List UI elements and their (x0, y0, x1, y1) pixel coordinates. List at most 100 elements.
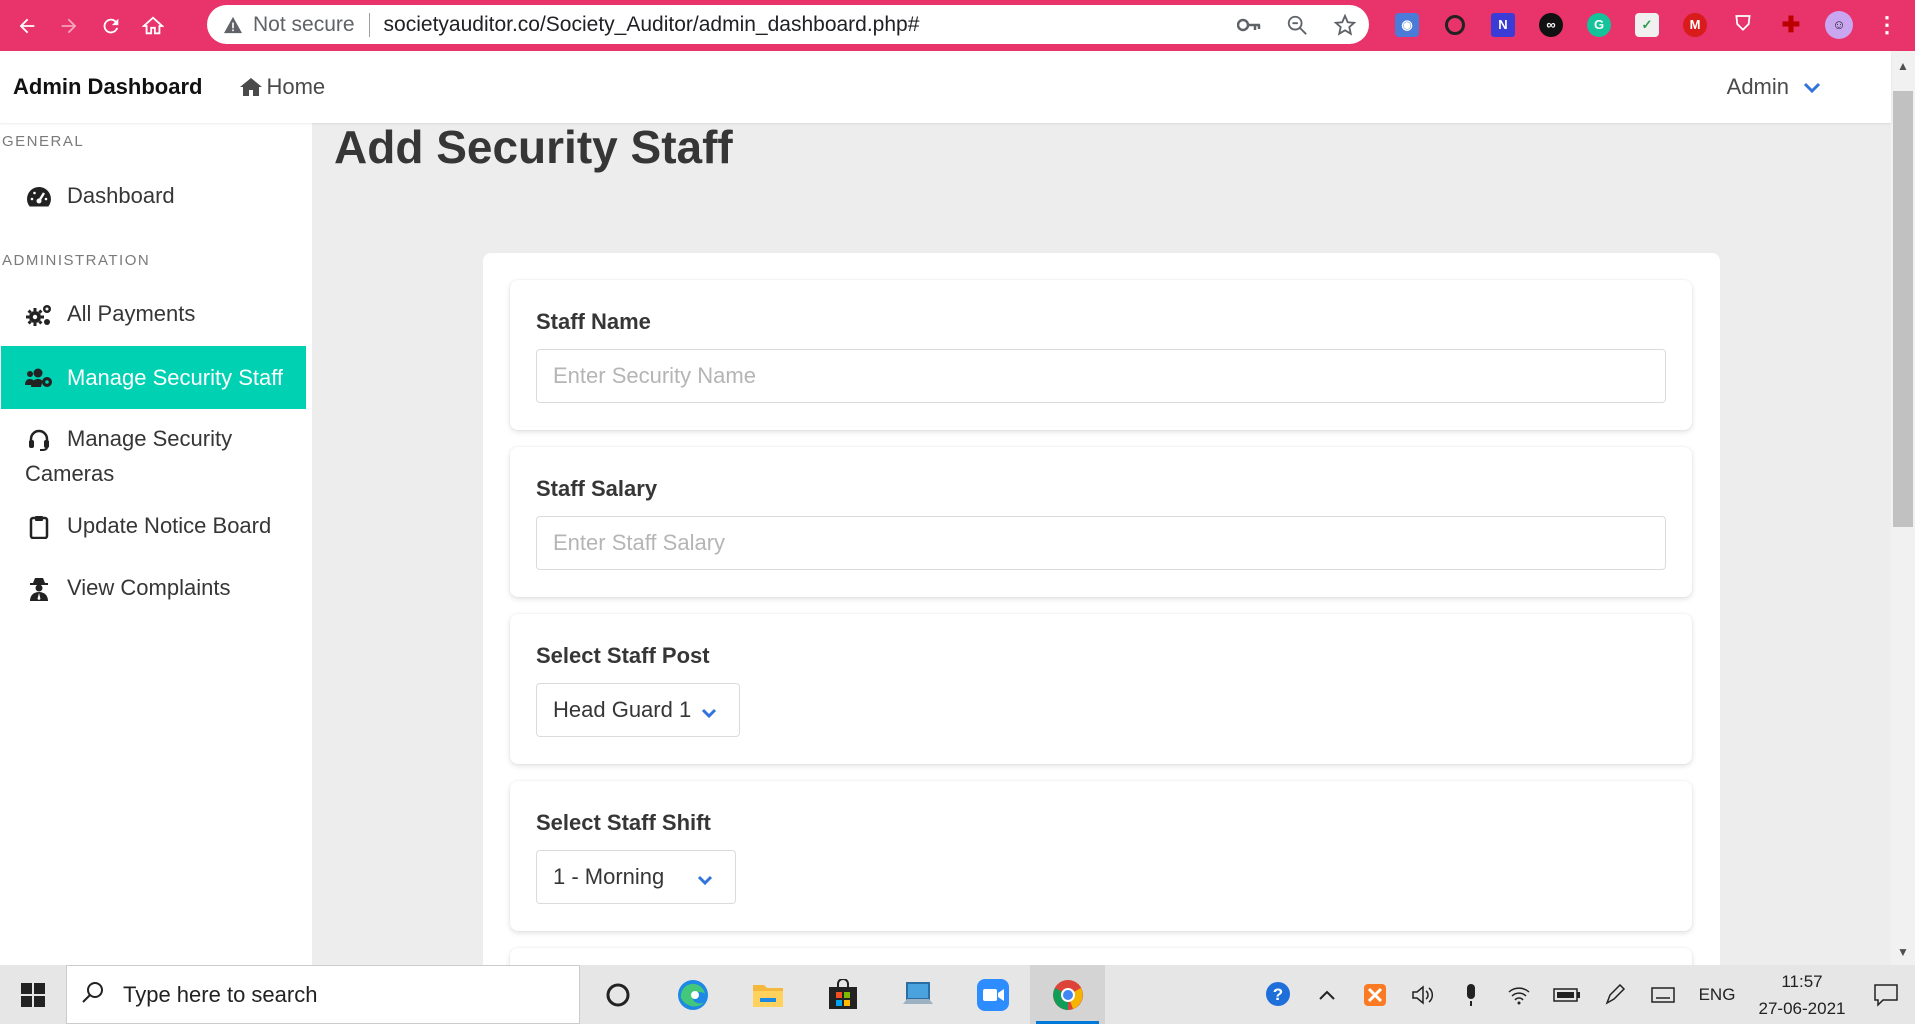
security-status[interactable]: Not secure (253, 13, 355, 37)
home-label: Home (266, 74, 326, 99)
start-button[interactable] (0, 965, 66, 1024)
xampp-icon[interactable] (1351, 965, 1399, 1024)
staff-shift-value: 1 - Morning (553, 864, 665, 889)
staff-post-field: Select Staff Post Head Guard 1 (510, 614, 1692, 764)
sidebar-item-dashboard[interactable]: Dashboard (1, 183, 306, 211)
sidebar-item-manage-security-staff[interactable]: Manage Security Staff (1, 346, 306, 409)
tachometer-icon (25, 183, 53, 211)
system-tray: ? ENG 11:57 27-06-2021 (1255, 965, 1915, 1024)
scroll-down-arrow-icon[interactable]: ▼ (1897, 945, 1909, 959)
camera-extension-icon[interactable]: ◉ (1383, 5, 1431, 44)
staff-name-field: Staff Name (510, 280, 1692, 430)
menu-label-administration: ADMINISTRATION (2, 252, 151, 269)
staff-shift-label: Select Staff Shift (536, 810, 711, 835)
chevron-up-icon[interactable] (1303, 965, 1351, 1024)
cortana-icon[interactable] (580, 965, 655, 1024)
wifi-icon[interactable] (1495, 965, 1543, 1024)
warning-icon[interactable] (223, 16, 243, 34)
shield-extension-icon[interactable]: ⛉ (1719, 5, 1767, 44)
sidebar-item-update-notice-board[interactable]: Update Notice Board (1, 513, 306, 541)
file-explorer-icon[interactable] (730, 965, 805, 1024)
admin-label: Admin (1726, 74, 1789, 99)
windows-taskbar: Type here to search ? ENG 11:57 27-06-20… (0, 965, 1915, 1024)
circle-extension-icon[interactable] (1431, 5, 1479, 44)
camera-item-wrap: Manage Security Cameras (25, 421, 291, 491)
help-icon[interactable]: ? (1255, 965, 1303, 1024)
extensions-bar: ◉ N ∞ G ✓ M ⛉ ✚ ☺ ⋮ (1383, 5, 1911, 44)
sidebar-item-all-payments[interactable]: All Payments (1, 301, 306, 329)
edge-browser-icon[interactable] (655, 965, 730, 1024)
m-extension-icon[interactable]: M (1671, 5, 1719, 44)
taskbar-search-box[interactable]: Type here to search (66, 965, 580, 1024)
staff-shift-select[interactable]: 1 - Morning (536, 850, 736, 904)
chevron-down-icon (697, 867, 713, 893)
divider (368, 12, 370, 37)
sidebar-item-label: Update Notice Board (67, 513, 272, 538)
zoom-icon[interactable] (1273, 5, 1321, 44)
sidebar-item-manage-security-cameras[interactable]: Manage Security Cameras (1, 421, 291, 491)
admin-dropdown[interactable]: Admin (1727, 74, 1821, 100)
forward-button[interactable] (48, 5, 90, 47)
chrome-icon[interactable] (1030, 965, 1105, 1024)
grammarly-icon[interactable]: G (1575, 5, 1623, 44)
brand-title[interactable]: Admin Dashboard (13, 74, 202, 100)
page-scrollbar[interactable]: ▲ ▼ (1891, 51, 1915, 965)
address-bar[interactable]: Not secure societyauditor.co/Society_Aud… (207, 5, 1369, 44)
users-cog-icon (25, 364, 53, 392)
add-staff-form: Staff Name Staff Salary Select Staff Pos… (483, 253, 1720, 988)
menu-label-general: GENERAL (2, 133, 85, 150)
bookmark-star-icon[interactable] (1321, 5, 1369, 44)
search-icon (81, 980, 105, 1010)
microphone-icon[interactable] (1447, 965, 1495, 1024)
checkmark-extension-icon[interactable]: ✓ (1623, 5, 1671, 44)
top-navbar: Admin Dashboard Home Admin (0, 51, 1891, 123)
reload-button[interactable] (90, 5, 132, 47)
browser-toolbar: Not secure societyauditor.co/Society_Aud… (0, 0, 1915, 51)
headset-icon (25, 426, 53, 454)
staff-salary-label: Staff Salary (536, 476, 658, 501)
sidebar-item-label: Manage Security Staff (67, 364, 284, 390)
sidebar: GENERAL Dashboard ADMINISTRATION All Pay… (0, 123, 312, 965)
staff-salary-input[interactable] (536, 516, 1666, 570)
search-placeholder: Type here to search (123, 981, 318, 1007)
staff-salary-field: Staff Salary (510, 447, 1692, 597)
home-button[interactable] (132, 5, 174, 47)
speaker-icon[interactable] (1399, 965, 1447, 1024)
more-menu-icon[interactable]: ⋮ (1863, 5, 1911, 44)
sidebar-item-view-complaints[interactable]: View Complaints (1, 575, 306, 603)
keyboard-icon[interactable] (1639, 965, 1687, 1024)
page-title: Add Security Staff (334, 121, 733, 173)
scroll-up-arrow-icon[interactable]: ▲ (1897, 59, 1909, 73)
staff-name-input[interactable] (536, 349, 1666, 403)
language-indicator[interactable]: ENG (1687, 985, 1747, 1005)
sidebar-item-label: Manage Security Cameras (25, 426, 233, 486)
sidebar-item-label: Dashboard (67, 183, 175, 208)
profile-avatar-icon[interactable]: ☺ (1815, 5, 1863, 44)
key-icon[interactable] (1225, 5, 1273, 44)
store-icon[interactable] (805, 965, 880, 1024)
url-text[interactable]: societyauditor.co/Society_Auditor/admin_… (384, 13, 1225, 37)
n-extension-icon[interactable]: N (1479, 5, 1527, 44)
clock[interactable]: 11:57 27-06-2021 (1747, 968, 1857, 1022)
user-secret-icon (25, 575, 53, 603)
pen-icon[interactable] (1591, 965, 1639, 1024)
home-link[interactable]: Home (238, 74, 325, 100)
scrollbar-thumb[interactable] (1893, 91, 1913, 527)
puzzle-icon[interactable]: ✚ (1767, 5, 1815, 44)
infinity-extension-icon[interactable]: ∞ (1527, 5, 1575, 44)
chevron-down-icon (701, 700, 717, 726)
laptop-app-icon[interactable] (880, 965, 955, 1024)
clock-date: 27-06-2021 (1758, 998, 1846, 1018)
back-button[interactable] (6, 5, 48, 47)
home-icon (240, 78, 263, 96)
battery-icon[interactable] (1543, 965, 1591, 1024)
staff-post-select[interactable]: Head Guard 1 (536, 683, 740, 737)
staff-post-value: Head Guard 1 (553, 697, 692, 722)
cogs-icon (25, 301, 53, 329)
clock-time: 11:57 (1781, 971, 1823, 991)
zoom-app-icon[interactable] (955, 965, 1030, 1024)
sidebar-item-label: All Payments (67, 301, 196, 326)
staff-name-label: Staff Name (536, 309, 651, 334)
notifications-icon[interactable] (1857, 965, 1915, 1024)
sidebar-item-label: View Complaints (67, 575, 231, 600)
